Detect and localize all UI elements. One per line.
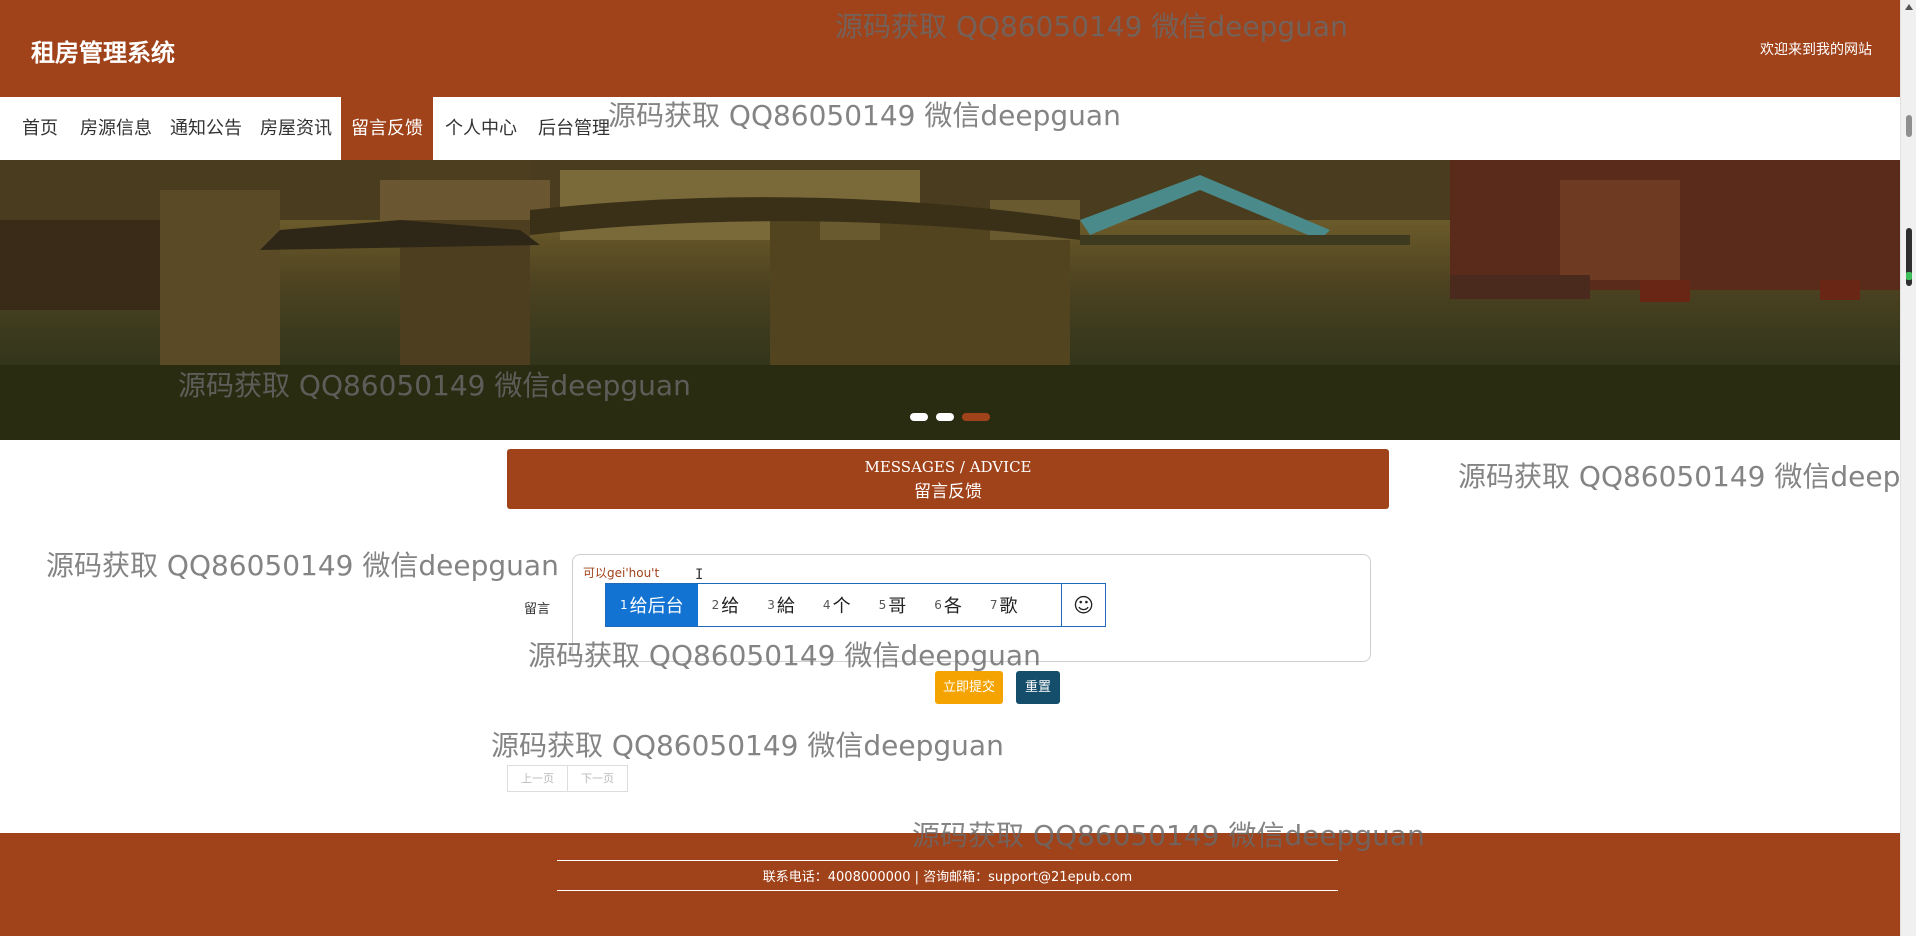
site-footer: 联系电话：4008000000 | 咨询邮箱：support@21epub.co… — [0, 833, 1900, 936]
watermark: 源码获取 QQ86050149 微信deepguan — [491, 729, 1004, 762]
nav-item-profile[interactable]: 个人中心 — [435, 97, 527, 160]
prev-page-button[interactable]: 上一页 — [507, 765, 568, 792]
ime-candidate[interactable]: 2给 — [698, 584, 754, 626]
page-scrollbar[interactable] — [1900, 0, 1916, 936]
reset-button[interactable]: 重置 — [1016, 671, 1060, 704]
nav-item-admin[interactable]: 后台管理 — [528, 97, 620, 160]
carousel-indicators — [910, 413, 990, 421]
scroll-up-arrow-icon[interactable] — [1905, 4, 1913, 10]
section-header: MESSAGES / ADVICE 留言反馈 — [507, 449, 1389, 509]
message-label: 留言 — [524, 602, 551, 617]
carousel-dot[interactable] — [936, 413, 954, 421]
footer-divider — [557, 860, 1338, 861]
carousel-dot-active[interactable] — [962, 413, 990, 421]
nav-item-home[interactable]: 首页 — [12, 97, 68, 160]
footer-contact: 联系电话：4008000000 | 咨询邮箱：support@21epub.co… — [762, 870, 1133, 885]
watermark: 源码获取 QQ86050149 微信deepguan — [1458, 460, 1916, 493]
bridge-photo — [0, 160, 1900, 440]
text-cursor-icon: I — [695, 567, 704, 583]
ime-candidate-bar: 1 给后台 2给 3給 4个 5哥 6各 7歌 ☺ — [605, 583, 1106, 627]
watermark: 源码获取 QQ86050149 微信deepguan — [46, 549, 559, 582]
smiley-icon[interactable]: ☺ — [1061, 584, 1105, 626]
nav-item-listings[interactable]: 房源信息 — [70, 97, 162, 160]
main-nav: 首页 房源信息 通知公告 房屋资讯 留言反馈 个人中心 后台管理 — [0, 97, 1900, 160]
pagination: 上一页 下一页 — [507, 765, 628, 792]
site-header: 租房管理系统 欢迎来到我的网站 — [0, 0, 1900, 97]
section-title-cn: 留言反馈 — [914, 482, 982, 502]
site-title[interactable]: 租房管理系统 — [31, 33, 175, 68]
scroll-marker — [1906, 272, 1912, 280]
carousel-dot[interactable] — [910, 413, 928, 421]
message-input-text: 可以gei'hou't — [583, 566, 660, 580]
ime-candidate[interactable]: 4个 — [809, 584, 865, 626]
submit-button[interactable]: 立即提交 — [935, 671, 1003, 704]
ime-candidate[interactable]: 1 给后台 — [606, 584, 698, 626]
ime-candidate[interactable]: 5哥 — [865, 584, 921, 626]
section-title-en: MESSAGES / ADVICE — [864, 458, 1032, 476]
ime-candidate[interactable]: 3給 — [753, 584, 809, 626]
ime-candidate[interactable]: 7歌 — [976, 584, 1032, 626]
nav-item-notices[interactable]: 通知公告 — [160, 97, 252, 160]
next-page-button[interactable]: 下一页 — [567, 765, 628, 792]
nav-item-news[interactable]: 房屋资讯 — [250, 97, 342, 160]
footer-divider — [557, 890, 1338, 891]
ime-candidate[interactable]: 6各 — [920, 584, 976, 626]
nav-item-feedback[interactable]: 留言反馈 — [341, 97, 433, 160]
scroll-marker — [1906, 115, 1912, 137]
banner-carousel[interactable] — [0, 160, 1900, 440]
welcome-text: 欢迎来到我的网站 — [1760, 42, 1872, 58]
